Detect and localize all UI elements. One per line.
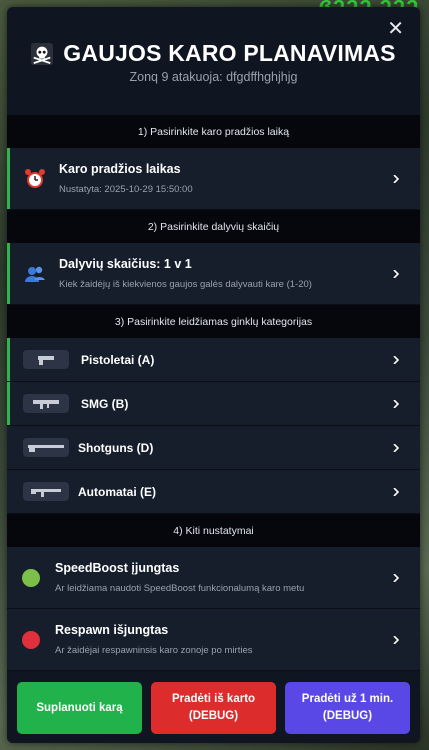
speedboost-text: SpeedBoost įjungtas Ar leidžiama naudoti… (55, 561, 304, 594)
respawn-label: Respawn išjungtas (55, 623, 169, 637)
title-row: GAUJOS KARO PLANAVIMAS (7, 40, 420, 67)
start-time-text: Karo pradžios laikas Nustatyta: 2025-10-… (59, 162, 193, 195)
attack-subtitle: Zonq 9 atakuoja: dfgdffhghjhjg (129, 70, 298, 84)
rifle-icon (23, 482, 69, 501)
close-icon[interactable]: ✕ (387, 19, 404, 39)
weapon-label: Automatai (E) (78, 484, 156, 499)
status-dot-icon (22, 630, 40, 649)
respawn-description: Ar žaidėjai respawninsis karo zonoje po … (55, 645, 253, 656)
weapon-label: Pistoletai (A) (81, 352, 155, 367)
start-1min-line2: (DEBUG) (322, 710, 373, 722)
participants-description: Kiek žaidėjų iš kiekvienos gaujos galės … (59, 279, 312, 290)
plan-war-button[interactable]: Suplanuoti karą (17, 682, 142, 734)
start-now-debug-button[interactable]: Pradėti iš karto (DEBUG) (151, 682, 276, 734)
action-footer: Suplanuoti karą Pradėti iš karto (DEBUG)… (7, 675, 420, 743)
weapon-row-pistols[interactable]: Pistoletai (A) (7, 338, 420, 382)
section-start-time-heading: 1) Pasirinkite karo pradžios laiką (7, 115, 420, 148)
start-1min-line1: Pradėti už 1 min. (301, 693, 394, 705)
panel-header: ✕ GAUJOS KARO PLANAVIMAS Zonq 9 atakuoja… (7, 7, 420, 115)
chevron-right-icon (393, 355, 400, 364)
chevron-right-icon (393, 174, 400, 183)
participants-row[interactable]: Dalyvių skaičius: 1 v 1 Kiek žaidėjų iš … (7, 243, 420, 305)
pistol-icon (23, 350, 69, 369)
section-weapons-heading: 3) Pasirinkite leidžiamas ginklų kategor… (7, 305, 420, 338)
start-now-line1: Pradėti iš karto (171, 693, 256, 705)
participants-text: Dalyvių skaičius: 1 v 1 Kiek žaidėjų iš … (59, 257, 312, 290)
section-participants-heading: 2) Pasirinkite dalyvių skaičių (7, 210, 420, 243)
chevron-right-icon (393, 443, 400, 452)
skull-crossbones-icon (31, 42, 54, 65)
weapon-row-smg[interactable]: SMG (B) (7, 382, 420, 426)
plan-war-label: Suplanuoti karą (36, 701, 123, 714)
start-time-value: Nustatyta: 2025-10-29 15:50:00 (59, 184, 193, 195)
respawn-text: Respawn išjungtas Ar žaidėjai respawnins… (55, 623, 252, 656)
war-planning-panel: ✕ GAUJOS KARO PLANAVIMAS Zonq 9 atakuoja… (7, 7, 420, 743)
users-icon (25, 266, 45, 282)
start-1min-debug-button[interactable]: Pradėti už 1 min. (DEBUG) (285, 682, 410, 734)
start-time-row[interactable]: Karo pradžios laikas Nustatyta: 2025-10-… (7, 148, 420, 210)
weapon-row-rifles[interactable]: Automatai (E) (7, 470, 420, 514)
speedboost-description: Ar leidžiama naudoti SpeedBoost funkcion… (55, 583, 305, 594)
chevron-right-icon (393, 487, 400, 496)
speedboost-row[interactable]: SpeedBoost įjungtas Ar leidžiama naudoti… (7, 547, 420, 609)
status-dot-icon (22, 568, 40, 587)
start-time-label: Karo pradžios laikas (59, 162, 181, 176)
weapon-label: Shotguns (D) (78, 440, 154, 455)
start-now-line2: (DEBUG) (188, 710, 239, 722)
smg-icon (23, 394, 69, 413)
weapon-row-shotguns[interactable]: Shotguns (D) (7, 426, 420, 470)
participants-label: Dalyvių skaičius: 1 v 1 (59, 257, 192, 271)
section-other-settings-heading: 4) Kiti nustatymai (7, 514, 420, 547)
alarm-clock-icon (25, 168, 45, 188)
chevron-right-icon (393, 635, 400, 644)
page-title: GAUJOS KARO PLANAVIMAS (63, 40, 396, 66)
chevron-right-icon (393, 269, 400, 278)
weapon-label: SMG (B) (81, 396, 129, 411)
respawn-row[interactable]: Respawn išjungtas Ar žaidėjai respawnins… (7, 609, 420, 671)
speedboost-label: SpeedBoost įjungtas (55, 561, 180, 575)
shotgun-icon (23, 438, 69, 457)
chevron-right-icon (393, 573, 400, 582)
chevron-right-icon (393, 399, 400, 408)
